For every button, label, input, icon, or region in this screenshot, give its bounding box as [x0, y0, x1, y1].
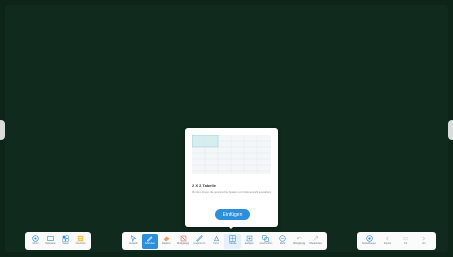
- page-icon: [47, 235, 54, 241]
- table-grid-picker[interactable]: [192, 135, 271, 174]
- toolbar-label: Rückgängig: [176, 243, 190, 245]
- ruler-icon: [196, 234, 203, 242]
- toolbar-item-insert[interactable]: Einfügen: [241, 234, 258, 249]
- insert-table-button[interactable]: Einfügen: [215, 209, 250, 220]
- toolbar-item-table[interactable]: Tabelle: [224, 233, 242, 249]
- toolbar-label: Zurück: [383, 243, 391, 245]
- menu-icon: [32, 234, 39, 242]
- toolbar-label: Einstellungen: [362, 243, 377, 245]
- toolbar-item-undo[interactable]: Rückgängig: [175, 234, 192, 249]
- redo-icon: [313, 235, 319, 241]
- toolbar-item-settings[interactable]: Einstellungen: [360, 234, 378, 249]
- toolbar-label: Menü: [32, 243, 39, 245]
- toolbar-label: Schreiben: [144, 243, 156, 245]
- insert-icon: [246, 235, 253, 241]
- eraser-icon: [163, 235, 170, 241]
- pen-icon: [147, 235, 153, 242]
- settings-icon: [366, 234, 373, 242]
- left-edge-tab[interactable]: [0, 120, 5, 140]
- toolbar-item-overview[interactable]: Übersicht: [73, 234, 88, 249]
- toolbar-item-undo2[interactable]: Rückgängig: [291, 234, 308, 249]
- toolbar-item-select[interactable]: Auswahl: [125, 234, 142, 249]
- toolbar-item-ruler[interactable]: Lineal & Co.: [191, 234, 208, 249]
- right-edge-tab[interactable]: [448, 120, 453, 140]
- toolbar-label: Lineal & Co.: [193, 243, 206, 245]
- toolbar-label: Anschreiben: [259, 243, 273, 245]
- toolbar-label: Rückgängig: [293, 243, 306, 245]
- table-icon: [229, 234, 236, 242]
- toolbar-item-next[interactable]: Vor: [415, 234, 433, 249]
- toolbar-item-clip[interactable]: Anschreiben: [258, 234, 275, 249]
- toolbar-main: Auswahl Schreiben Radierer Rückgängig Li…: [122, 232, 327, 250]
- toolbar-right: Einstellungen Zurück 1/1 Vor: [357, 232, 436, 250]
- undo-icon: [180, 235, 186, 241]
- toolbar-label: Mehr: [279, 243, 286, 245]
- table-description: Mit dem Finger die gewünschte Spalten un…: [192, 191, 272, 194]
- toolbar-label: Vor: [422, 243, 426, 245]
- toolbar-item-redo[interactable]: Wiederholen: [307, 234, 324, 249]
- more-icon: [279, 234, 286, 242]
- toolbar-label: Dateiseite: [45, 243, 56, 245]
- select-icon: [130, 234, 137, 242]
- toolbar-item-more[interactable]: Mehr: [274, 234, 291, 249]
- toolbar-label: Einfügen: [244, 243, 254, 245]
- toolbar-item-page[interactable]: Dateiseite: [43, 234, 58, 249]
- toolbar-item-eraser[interactable]: Radierer: [158, 234, 175, 249]
- toolbar-label: Übersicht: [75, 243, 86, 245]
- next-icon: [422, 236, 426, 240]
- toolbar-item-write[interactable]: Schreiben: [141, 233, 159, 249]
- shape-icon: [213, 235, 219, 241]
- toolbar-item-pages[interactable]: Seiten: [58, 234, 73, 249]
- overview-icon: [77, 235, 84, 241]
- toolbar-label: Auswahl: [128, 243, 138, 245]
- toolbar-item-page-number[interactable]: 1/1: [397, 234, 415, 249]
- toolbar-left: Menü Dateiseite Seiten Übersicht: [25, 232, 91, 250]
- prev-icon: [385, 236, 389, 240]
- toolbar-item-menu[interactable]: Menü: [28, 234, 43, 249]
- toolbar-label: Seiten: [62, 243, 69, 245]
- toolbar-label: Form: [213, 243, 219, 245]
- popover-arrow: [228, 226, 234, 229]
- table-size-label: 2 X 2 Tabelle: [192, 183, 216, 188]
- toolbar-label: Radierer: [162, 243, 171, 245]
- toolbar-label: 1/1: [404, 243, 408, 245]
- clip-icon: [262, 234, 269, 242]
- toolbar-item-shape[interactable]: Form: [208, 234, 225, 249]
- pages-icon: [62, 234, 69, 242]
- undo2-icon: [296, 236, 302, 239]
- toolbar-item-prev[interactable]: Zurück: [378, 234, 396, 249]
- toolbar-label: Wiederholen: [309, 243, 323, 245]
- toolbar-label: Tabelle: [229, 243, 237, 245]
- page-number-icon: [403, 237, 408, 239]
